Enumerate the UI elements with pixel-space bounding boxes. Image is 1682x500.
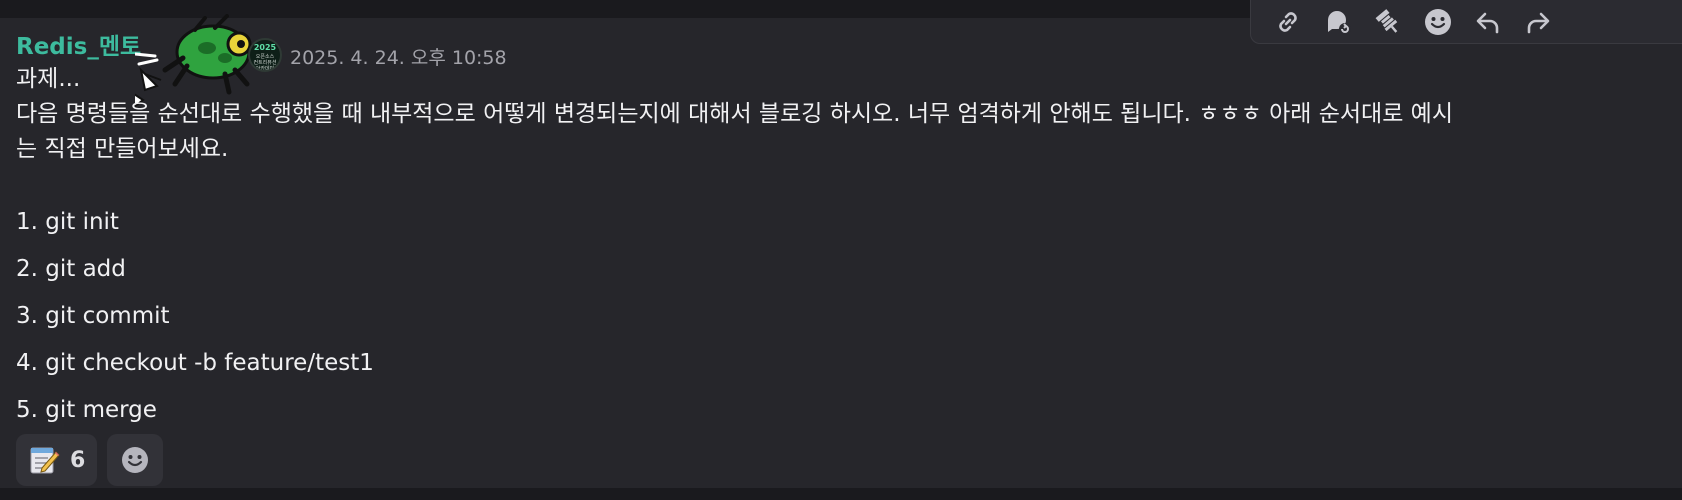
message-line: 는 직접 만들어보세요. <box>16 136 229 162</box>
forward-icon <box>1527 12 1550 33</box>
add-reaction-button[interactable] <box>107 434 164 486</box>
pin-message-button[interactable] <box>1363 2 1413 42</box>
message-content: 과제... 다음 명령들을 순선대로 수행했을 때 내부적으로 어떻게 변경되는… <box>16 62 1453 167</box>
reply-button[interactable] <box>1463 2 1513 42</box>
list-item: 1. git init <box>16 209 119 235</box>
list-item: 3. git commit <box>16 303 170 329</box>
emoji-icon <box>1425 8 1451 35</box>
author-name[interactable]: Redis_멘토 <box>16 27 141 61</box>
reply-icon <box>1476 12 1499 33</box>
message-line: 과제... <box>16 66 81 92</box>
pin-icon <box>1375 8 1398 33</box>
reaction-memo[interactable]: 6 <box>16 434 98 486</box>
link-icon <box>1279 11 1297 32</box>
forward-button[interactable] <box>1513 2 1563 42</box>
message-header: Redis_멘토 <box>16 24 141 64</box>
list-item: 4. git checkout -b feature/test1 <box>16 350 374 376</box>
add-reaction-toolbar-button[interactable] <box>1413 2 1463 42</box>
message-line: 다음 명령들을 순선대로 수행했을 때 내부적으로 어떻게 변경되는지에 대해서… <box>16 101 1453 127</box>
steps-list: 1. git init 2. git add 3. git commit 4. … <box>16 205 374 440</box>
create-thread-button[interactable] <box>1313 2 1363 42</box>
message-divider <box>0 493 1682 500</box>
message-container: Redis_멘토 2025 오픈소스 컨트리뷰션 아카데미 2025. 4. 2… <box>0 14 1682 488</box>
thread-icon <box>1328 10 1351 35</box>
list-item: 5. git merge <box>16 397 157 423</box>
emoji-icon <box>122 447 149 473</box>
message-actions-toolbar <box>1250 0 1682 44</box>
list-item: 2. git add <box>16 256 126 282</box>
memo-icon <box>30 447 60 474</box>
server-tag-year: 2025 <box>253 43 277 52</box>
reactions-bar: 6 <box>16 434 164 486</box>
reaction-count: 6 <box>70 447 86 473</box>
copy-link-button[interactable] <box>1263 2 1313 42</box>
